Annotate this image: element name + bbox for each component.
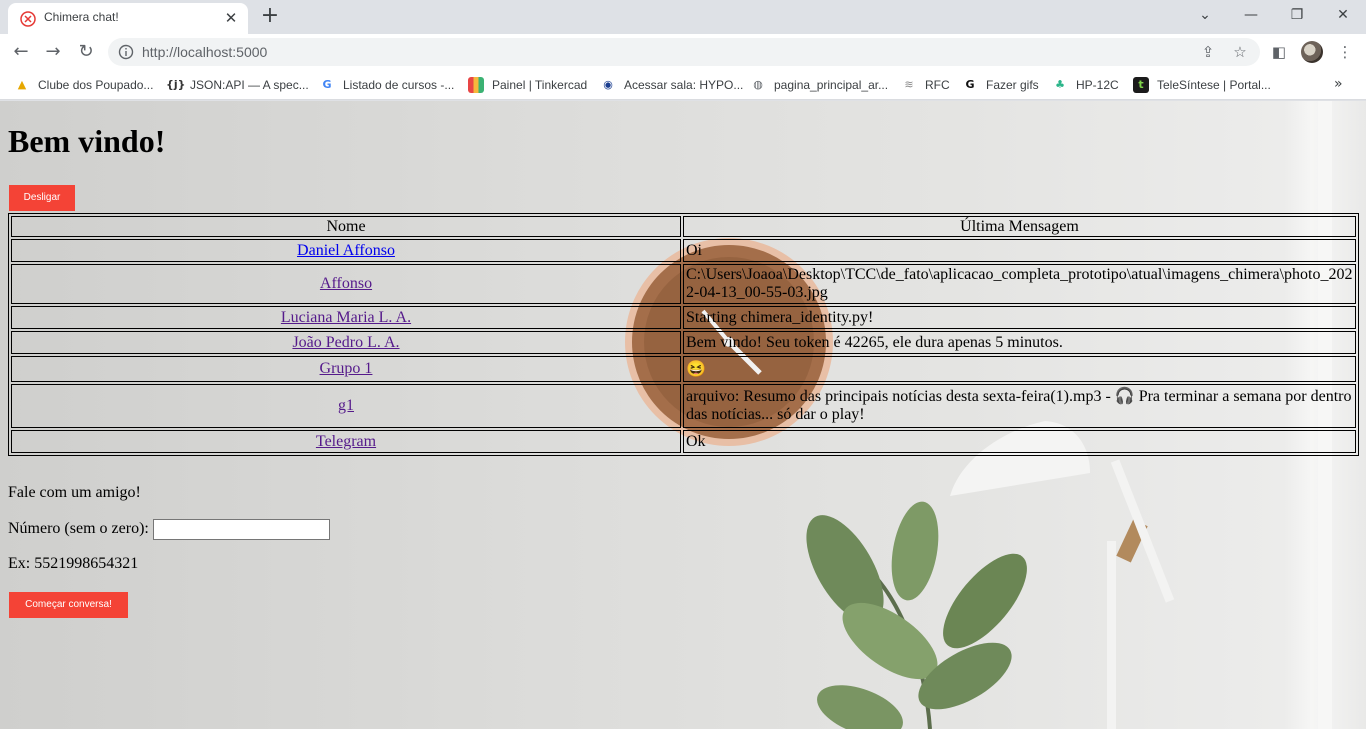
number-label: Número (sem o zero): [8,520,149,537]
tab-search-icon[interactable]: ⌄ [1182,0,1228,30]
bookmark-item[interactable]: ≋ RFC [901,76,950,94]
new-tab-icon[interactable]: + [258,5,282,29]
restore-icon[interactable]: ❐ [1274,0,1320,30]
reload-icon[interactable]: ↻ [73,39,99,65]
contact-name-cell: Luciana Maria L. A. [11,306,681,329]
profile-avatar[interactable] [1301,41,1323,63]
g-icon: G [965,78,975,91]
tab-strip: Chimera chat! ✕ + ⌄ — ❐ ✕ [0,0,1366,34]
last-message-cell: Starting chimera_identity.py! [683,306,1356,329]
last-message-cell: 😆 [683,356,1356,382]
talk-heading: Fale com um amigo! [8,484,141,501]
bookmark-label: Clube dos Poupado... [38,78,154,92]
json-icon: {j} [166,78,186,91]
bookmarks-bar: ▲ Clube dos Poupado... {j} JSON:API — A sp… [0,70,1366,100]
contact-name-cell: João Pedro L. A. [11,331,681,354]
bookmark-label: Acessar sala: HYPO... [624,78,744,92]
tab-title: Chimera chat! [44,10,119,24]
contact-name-cell: Telegram [11,430,681,453]
bank-icon: ▲ [17,78,27,91]
last-message-cell: Bem vindo! Seu token é 42265, ele dura a… [683,331,1356,354]
table-row: g1 arquivo: Resumo das principais notíci… [11,384,1356,428]
table-row: Daniel Affonso Oi [11,239,1356,262]
last-message-cell: Ok [683,430,1356,453]
forward-icon[interactable]: → [40,39,66,65]
bookmark-label: Listado de cursos -... [343,78,455,92]
contact-name-cell: Grupo 1 [11,356,681,382]
bookmark-item[interactable]: t TeleSíntese | Portal... [1133,76,1271,94]
bookmark-label: HP-12C [1076,78,1119,92]
globe-icon: ◍ [753,78,763,91]
browser-toolbar: ← → ↻ http://localhost:5000 ⇪ ☆ ◧ ⋮ [0,34,1366,70]
bookmark-item[interactable]: ◉ Acessar sala: HYPO... [600,76,743,94]
bookmark-star-icon[interactable]: ☆ [1230,42,1250,62]
contact-link[interactable]: Affonso [320,275,372,292]
table-row: Grupo 1 😆 [11,356,1356,382]
phone-number-input[interactable] [153,519,330,540]
bookmark-label: RFC [925,78,950,92]
main-content: Bem vindo! Desligar Nome Última Mensagem… [0,101,1366,729]
address-bar[interactable]: http://localhost:5000 ⇪ ☆ [108,38,1260,66]
bookmark-item[interactable]: ▲ Clube dos Poupado... [14,76,154,94]
google-icon: G [322,78,332,91]
last-message-cell: arquivo: Resumo das principais notícias … [683,384,1356,428]
start-conversation-button[interactable]: Começar conversa! [9,592,128,618]
bookmark-item[interactable]: G Listado de cursos -... [319,76,454,94]
example-text: Ex: 5521998654321 [8,555,139,572]
url-text: http://localhost:5000 [142,44,268,60]
rfc-icon: ≋ [904,78,914,91]
page-viewport: Bem vindo! Desligar Nome Última Mensagem… [0,101,1366,729]
site-info-icon[interactable] [118,44,134,60]
column-header-last-message: Última Mensagem [683,216,1356,237]
table-row: Telegram Ok [11,430,1356,453]
minimize-icon[interactable]: — [1228,0,1274,30]
bookmark-label: Fazer gifs [986,78,1039,92]
bookmark-label: pagina_principal_ar... [774,78,889,92]
table-row: Affonso C:\Users\Joaoa\Desktop\TCC\de_fa… [11,264,1356,304]
contacts-table: Nome Última Mensagem Daniel Affonso Oi A… [8,213,1359,456]
bookmark-item[interactable]: Painel | Tinkercad [468,76,587,94]
page-title: Bem vindo! [8,123,166,159]
table-header-row: Nome Última Mensagem [11,216,1356,237]
column-header-name: Nome [11,216,681,237]
share-icon[interactable]: ⇪ [1198,42,1218,62]
leaf-icon: ♣ [1055,78,1065,91]
bookmark-label: TeleSíntese | Portal... [1157,78,1271,92]
last-message-cell: Oi [683,239,1356,262]
tinkercad-icon [468,77,484,93]
contact-link[interactable]: Grupo 1 [320,360,373,377]
contact-link[interactable]: g1 [338,397,354,414]
chimera-favicon-icon [20,11,36,27]
more-bookmarks-icon[interactable]: » [1334,76,1343,92]
contact-link[interactable]: João Pedro L. A. [292,334,399,351]
contact-link[interactable]: Telegram [316,433,376,450]
contact-link[interactable]: Daniel Affonso [297,242,395,259]
close-window-icon[interactable]: ✕ [1320,0,1366,30]
bookmark-item[interactable]: G Fazer gifs [962,76,1039,94]
last-message-cell: C:\Users\Joaoa\Desktop\TCC\de_fato\aplic… [683,264,1356,304]
contact-name-cell: Affonso [11,264,681,304]
bookmark-label: JSON:API — A spec... [190,78,309,92]
bookmark-item[interactable]: ◍ pagina_principal_ar... [750,76,888,94]
contact-link[interactable]: Luciana Maria L. A. [281,309,411,326]
tab-chimera[interactable]: Chimera chat! ✕ [8,3,248,34]
bookmark-item[interactable]: ♣ HP-12C [1052,76,1119,94]
back-icon[interactable]: ← [8,39,34,65]
telesintese-icon: t [1133,77,1149,93]
bookmark-item[interactable]: {j} JSON:API — A spec... [166,76,309,94]
contact-name-cell: Daniel Affonso [11,239,681,262]
side-panel-icon[interactable]: ◧ [1266,39,1292,65]
table-row: Luciana Maria L. A. Starting chimera_ide… [11,306,1356,329]
owl-icon: ◉ [603,78,613,91]
close-tab-icon[interactable]: ✕ [222,9,240,27]
contact-name-cell: g1 [11,384,681,428]
menu-icon[interactable]: ⋮ [1332,39,1358,65]
disconnect-button[interactable]: Desligar [9,185,75,211]
bookmark-label: Painel | Tinkercad [492,78,588,92]
table-row: João Pedro L. A. Bem vindo! Seu token é … [11,331,1356,354]
